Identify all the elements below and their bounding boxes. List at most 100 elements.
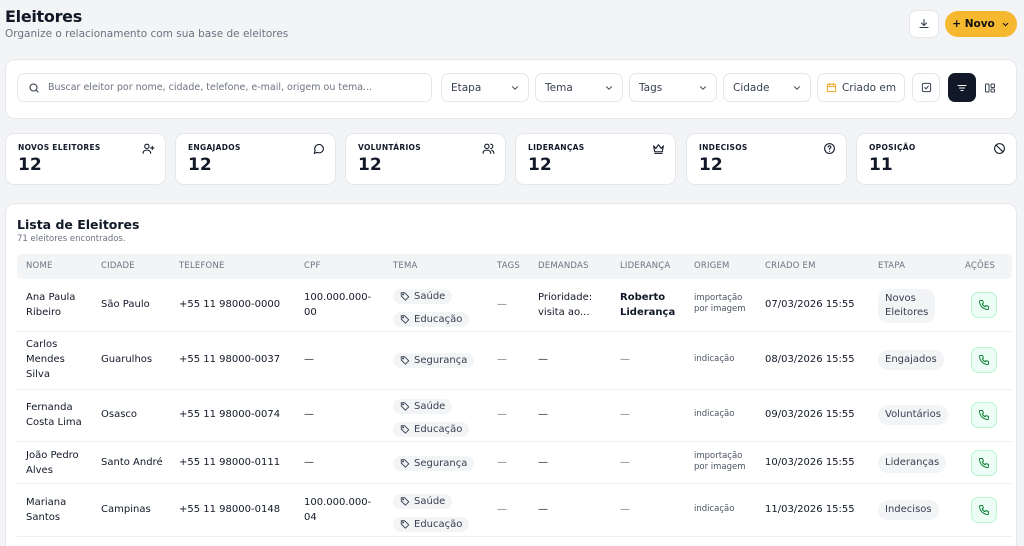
col-acoes: AÇÕES: [965, 261, 996, 271]
phone-icon: [979, 355, 989, 365]
cell-cidade: São Paulo: [101, 299, 150, 310]
search-input[interactable]: [48, 82, 418, 93]
row-divider: [17, 483, 1012, 484]
cell-cpf: 100.000.000- 00: [304, 292, 372, 318]
chat-bubble-icon: [313, 143, 324, 154]
stage-badge[interactable]: Engajados: [878, 350, 944, 370]
phone-icon: [979, 410, 989, 420]
cell-lideranca[interactable]: Roberto Liderança: [620, 290, 675, 320]
cell-origem: indicação: [694, 409, 735, 419]
download-button[interactable]: [909, 10, 939, 38]
calendar-icon: [826, 82, 837, 93]
search-icon: [29, 82, 39, 93]
phone-icon: [979, 458, 989, 468]
col-cidade[interactable]: CIDADE: [101, 261, 135, 271]
call-button[interactable]: [971, 292, 997, 318]
checkbox-icon: [921, 82, 931, 93]
select-mode-button[interactable]: [912, 73, 940, 102]
chevron-down-icon: [700, 85, 706, 90]
col-demandas[interactable]: DEMANDAS: [538, 261, 589, 271]
stage-badge[interactable]: Indecisos: [878, 500, 939, 520]
list-view-button[interactable]: [948, 73, 976, 102]
cell-origem: importação por imagem: [694, 451, 746, 472]
cell-telefone: +55 11 98000-0111: [179, 457, 281, 468]
stat-value: 12: [188, 155, 212, 175]
tag-chip[interactable]: Educação: [393, 311, 470, 327]
tag-icon: [400, 315, 410, 324]
search-box[interactable]: [17, 73, 432, 102]
cell-cidade: Santo André: [101, 457, 163, 468]
stat-card-liderancas[interactable]: LIDERANÇAS 12: [515, 133, 676, 185]
stat-value: 11: [869, 155, 893, 175]
col-telefone[interactable]: TELEFONE: [179, 261, 225, 271]
cell-telefone: +55 11 98000-0037: [179, 354, 281, 365]
cell-lideranca: —: [620, 504, 630, 515]
cell-demandas[interactable]: Prioridade: visita ao...: [538, 290, 592, 320]
tag-chip[interactable]: Saúde: [393, 288, 453, 304]
cell-tags: —: [497, 457, 507, 468]
col-lideranca[interactable]: LIDERANÇA: [620, 261, 670, 271]
list-count: 71 eleitores encontrados.: [17, 234, 126, 244]
row-divider: [17, 331, 1012, 332]
stat-card-engajados[interactable]: ENGAJADOS 12: [175, 133, 336, 185]
cell-origem: importação por imagem: [694, 293, 746, 314]
call-button[interactable]: [971, 450, 997, 476]
stage-badge[interactable]: Novos Eleitores: [878, 289, 936, 323]
tag-chip[interactable]: Educação: [393, 516, 470, 532]
call-button[interactable]: [971, 402, 997, 428]
col-nome[interactable]: NOME: [26, 261, 53, 271]
col-cpf[interactable]: CPF: [304, 261, 321, 271]
stat-card-voluntarios[interactable]: VOLUNTÁRIOS 12: [345, 133, 506, 185]
filter-etapa[interactable]: Etapa: [441, 73, 529, 102]
call-button[interactable]: [971, 497, 997, 523]
stat-card-oposicao[interactable]: OPOSIÇÃO 11: [856, 133, 1017, 185]
cell-demandas: —: [538, 457, 548, 468]
users-icon: [482, 143, 495, 154]
stat-card-indecisos[interactable]: INDECISOS 12: [686, 133, 847, 185]
tag-chip[interactable]: Segurança: [393, 352, 475, 368]
cell-nome[interactable]: Mariana Santos: [26, 495, 66, 525]
tag-chip[interactable]: Educação: [393, 421, 470, 437]
chevron-down-icon: [794, 85, 800, 90]
row-divider: [17, 389, 1012, 390]
cell-lideranca: —: [620, 457, 630, 468]
col-tema[interactable]: TEMA: [393, 261, 418, 271]
stat-card-novos-eleitores[interactable]: NOVOS ELEITORES 12: [5, 133, 166, 185]
col-etapa[interactable]: ETAPA: [878, 261, 905, 271]
cell-tags: —: [497, 504, 507, 515]
cell-nome[interactable]: João Pedro Alves: [26, 448, 79, 478]
cell-demandas: —: [538, 409, 548, 420]
stat-label: OPOSIÇÃO: [869, 143, 916, 152]
stat-value: 12: [528, 155, 552, 175]
stage-badge[interactable]: Lideranças: [878, 453, 947, 473]
col-tags[interactable]: TAGS: [497, 261, 520, 271]
tag-icon: [400, 356, 410, 365]
tag-icon: [400, 497, 410, 506]
cell-criado-em: 08/03/2026 15:55: [765, 354, 855, 365]
col-criado-em[interactable]: CRIADO EM: [765, 261, 816, 271]
tag-chip[interactable]: Saúde: [393, 493, 453, 509]
cell-criado-em: 09/03/2026 15:55: [765, 409, 855, 420]
filter-cidade-label: Cidade: [733, 81, 770, 94]
filter-tema[interactable]: Tema: [535, 73, 623, 102]
cell-criado-em: 07/03/2026 15:55: [765, 299, 855, 310]
new-voter-button[interactable]: + Novo: [945, 11, 1017, 37]
stage-badge[interactable]: Voluntários: [878, 405, 948, 425]
row-divider: [17, 536, 1012, 537]
page-subtitle: Organize o relacionamento com sua base d…: [5, 28, 289, 40]
filter-cidade[interactable]: Cidade: [723, 73, 811, 102]
col-origem[interactable]: ORIGEM: [694, 261, 730, 271]
cell-nome[interactable]: Carlos Mendes Silva: [26, 337, 65, 382]
cell-tags: —: [497, 409, 507, 420]
cell-nome[interactable]: Fernanda Costa Lima: [26, 400, 82, 430]
kanban-view-button[interactable]: [976, 73, 1004, 102]
cell-nome[interactable]: Ana Paula Ribeiro: [26, 290, 75, 320]
filter-criado-em[interactable]: Criado em: [817, 73, 905, 102]
filter-criado-em-label: Criado em: [841, 81, 897, 94]
tag-chip[interactable]: Segurança: [393, 455, 475, 471]
call-button[interactable]: [971, 347, 997, 373]
tag-chip[interactable]: Saúde: [393, 398, 453, 414]
download-icon: [919, 18, 929, 29]
filter-tags[interactable]: Tags: [629, 73, 717, 102]
cell-tema: Saúde Educação: [393, 286, 470, 328]
